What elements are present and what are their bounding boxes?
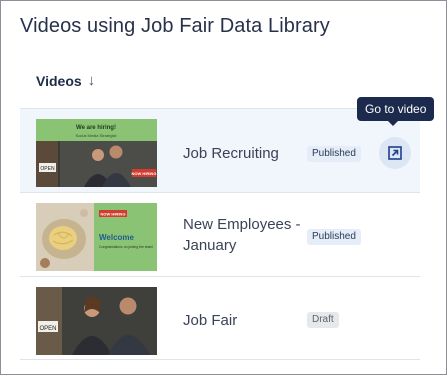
video-thumbnail: We are hiring! Social Media Strategist O… <box>36 119 157 187</box>
column-header-label: Videos <box>36 72 82 89</box>
video-list: We are hiring! Social Media Strategist O… <box>20 108 420 360</box>
status-badge: Draft <box>307 312 339 328</box>
video-thumbnail: NOW HIRING Welcome Congratulations on jo… <box>36 203 157 271</box>
arrow-down-icon: ↓ <box>87 72 96 89</box>
video-thumbnail: OPEN <box>36 287 157 355</box>
status-badge: Published <box>307 229 361 245</box>
videos-panel: Videos using Job Fair Data Library Video… <box>0 0 447 375</box>
external-link-icon <box>388 146 402 160</box>
thumb-banner-sub: Social Media Strategist <box>76 133 118 138</box>
videos-column-header[interactable]: Videos ↓ <box>36 72 95 89</box>
panel-title: Videos using Job Fair Data Library <box>20 15 330 37</box>
go-to-video-tooltip: Go to video <box>357 97 435 126</box>
go-to-video-button[interactable] <box>379 137 411 169</box>
thumb-welcome-sub: Congratulations on joining the team! <box>99 245 153 249</box>
thumb-banner-heading: We are hiring! <box>76 125 116 131</box>
thumb-open-sign: OPEN <box>39 326 56 332</box>
thumb-hiring-tag: NOW HIRING <box>101 212 126 217</box>
video-title[interactable]: New Employees - January <box>183 214 308 256</box>
thumb-open-sign: OPEN <box>40 166 55 172</box>
video-title[interactable]: Job Recruiting <box>183 143 308 164</box>
thumb-welcome: Welcome <box>99 233 135 242</box>
video-title[interactable]: Job Fair <box>183 310 308 331</box>
table-row[interactable]: OPEN Job Fair Draft <box>20 276 420 360</box>
thumb-hiring-sign: NOW HIRING <box>132 171 157 176</box>
status-badge: Published <box>307 146 361 162</box>
table-row[interactable]: NOW HIRING Welcome Congratulations on jo… <box>20 192 420 276</box>
